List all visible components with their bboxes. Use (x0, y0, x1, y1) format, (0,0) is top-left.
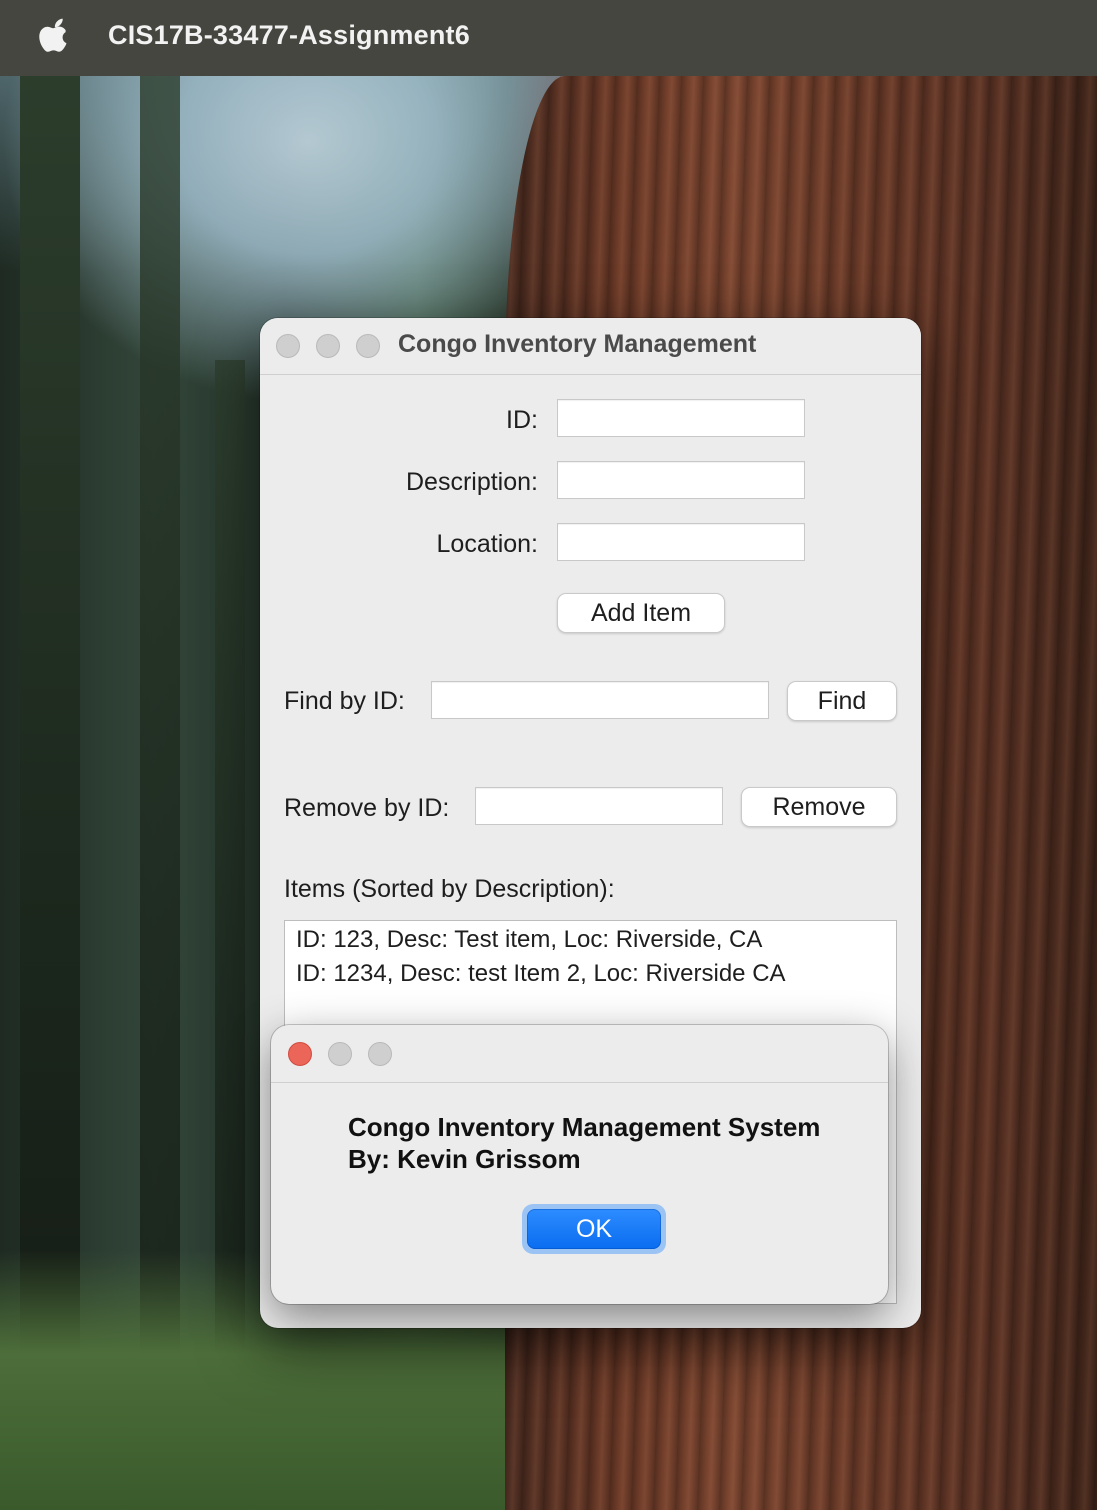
location-label: Location: (436, 530, 538, 558)
list-item[interactable]: ID: 123, Desc: Test item, Loc: Riverside… (296, 926, 762, 954)
list-item[interactable]: ID: 1234, Desc: test Item 2, Loc: Rivers… (296, 960, 786, 988)
remove-id-input[interactable] (475, 787, 723, 825)
description-label: Description: (406, 468, 538, 496)
zoom-button[interactable] (356, 334, 380, 358)
location-input[interactable] (557, 523, 805, 561)
dialog-close-button[interactable] (288, 1042, 312, 1066)
items-label: Items (Sorted by Description): (284, 875, 615, 903)
find-id-input[interactable] (431, 681, 769, 719)
window-titlebar[interactable]: Congo Inventory Management (260, 318, 921, 375)
add-item-button[interactable]: Add Item (557, 593, 725, 633)
menu-bar: CIS17B-33477-Assignment6 (0, 0, 1097, 76)
app-name[interactable]: CIS17B-33477-Assignment6 (108, 20, 470, 51)
minimize-button[interactable] (316, 334, 340, 358)
dialog-minimize-button (328, 1042, 352, 1066)
about-dialog: Congo Inventory Management System By: Ke… (271, 1025, 888, 1304)
window-title: Congo Inventory Management (398, 330, 757, 358)
dialog-zoom-button (368, 1042, 392, 1066)
dialog-message-author: By: Kevin Grissom (348, 1144, 581, 1174)
find-label: Find by ID: (284, 687, 405, 715)
apple-logo-icon[interactable] (38, 18, 70, 58)
description-input[interactable] (557, 461, 805, 499)
remove-label: Remove by ID: (284, 794, 450, 822)
dialog-message-title: Congo Inventory Management System (348, 1112, 821, 1142)
dialog-titlebar[interactable] (271, 1025, 888, 1083)
id-input[interactable] (557, 399, 805, 437)
close-button[interactable] (276, 334, 300, 358)
ok-button[interactable]: OK (527, 1209, 661, 1249)
remove-button[interactable]: Remove (741, 787, 897, 827)
find-button[interactable]: Find (787, 681, 897, 721)
id-label: ID: (506, 406, 538, 434)
